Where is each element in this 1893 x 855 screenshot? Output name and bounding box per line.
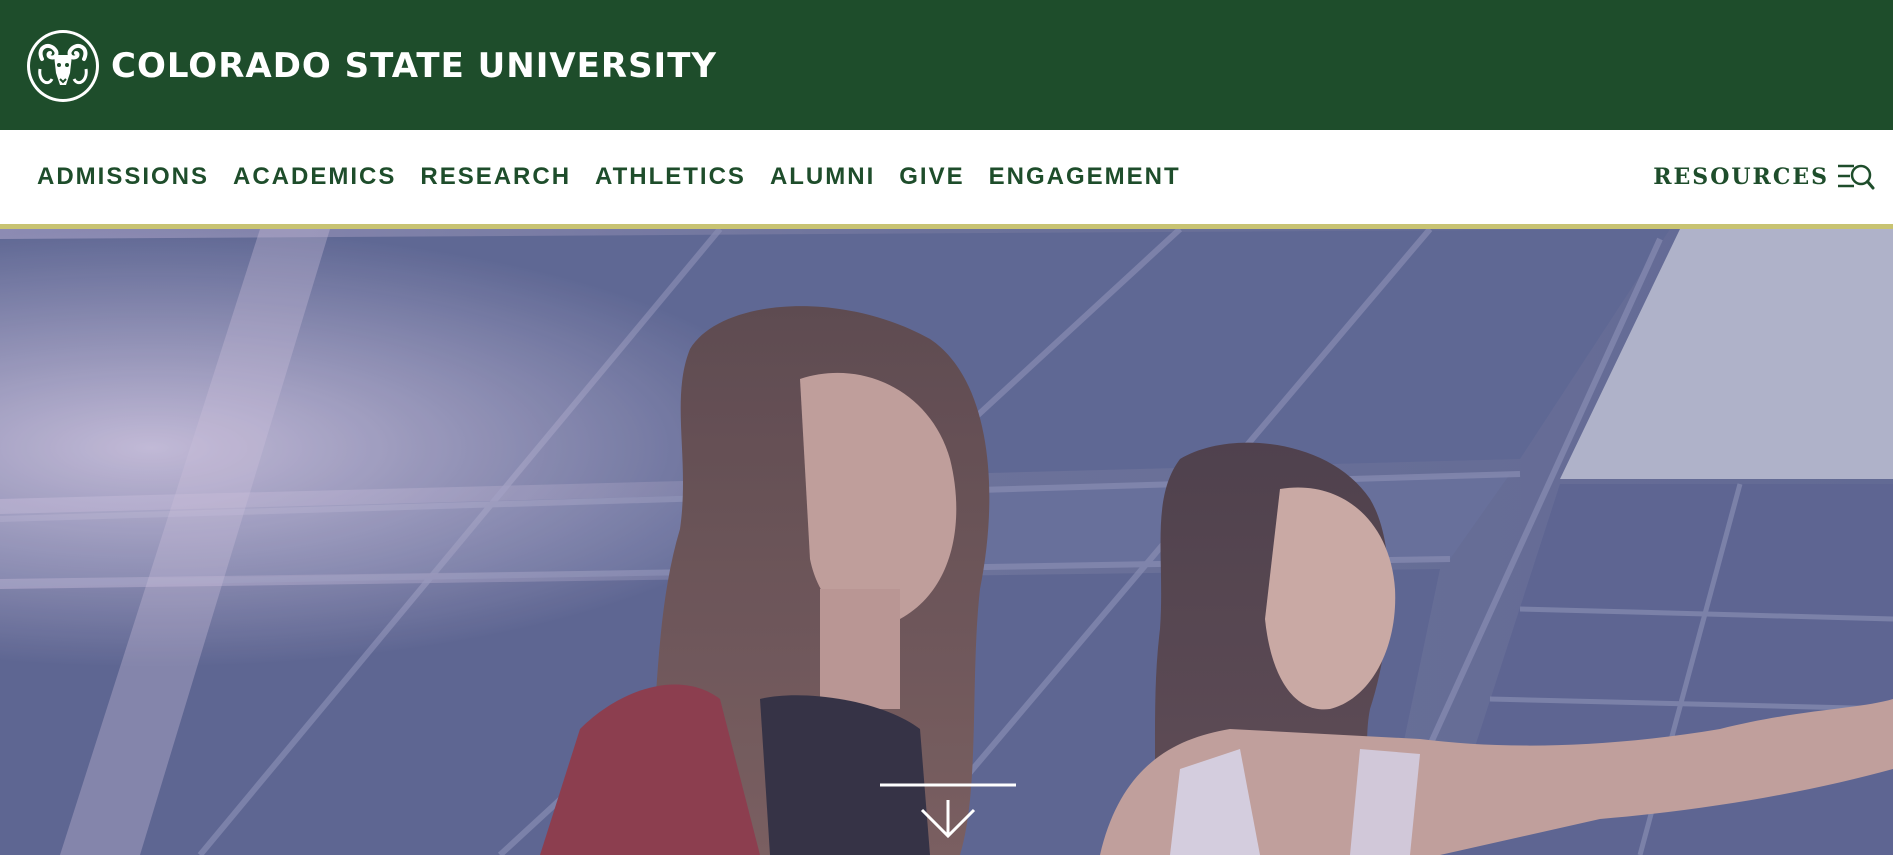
top-header-bar: COLORADO STATE UNIVERSITY: [0, 0, 1893, 130]
scroll-down-arrow-icon[interactable]: [880, 780, 1016, 855]
nav-item-engagement[interactable]: ENGAGEMENT: [989, 163, 1181, 191]
nav-item-research[interactable]: RESEARCH: [420, 163, 571, 191]
nav-item-academics[interactable]: ACADEMICS: [233, 163, 396, 191]
hero-photo: [0, 229, 1893, 855]
university-name: COLORADO STATE UNIVERSITY: [111, 46, 718, 86]
main-navigation: ADMISSIONS ACADEMICS RESEARCH ATHLETICS …: [0, 130, 1893, 229]
nav-item-give[interactable]: GIVE: [899, 163, 964, 191]
nav-item-athletics[interactable]: ATHLETICS: [595, 163, 746, 191]
resources-label: RESOURCES: [1653, 164, 1829, 190]
nav-menu: ADMISSIONS ACADEMICS RESEARCH ATHLETICS …: [37, 130, 1205, 224]
university-home-link[interactable]: COLORADO STATE UNIVERSITY: [26, 28, 717, 104]
resources-button[interactable]: RESOURCES: [1653, 130, 1875, 224]
nav-item-alumni[interactable]: ALUMNI: [770, 163, 875, 191]
nav-item-admissions[interactable]: ADMISSIONS: [37, 163, 209, 191]
ram-logo-icon: [27, 30, 99, 102]
hero-image: [0, 229, 1893, 855]
resources-search-icon: [1838, 164, 1875, 190]
